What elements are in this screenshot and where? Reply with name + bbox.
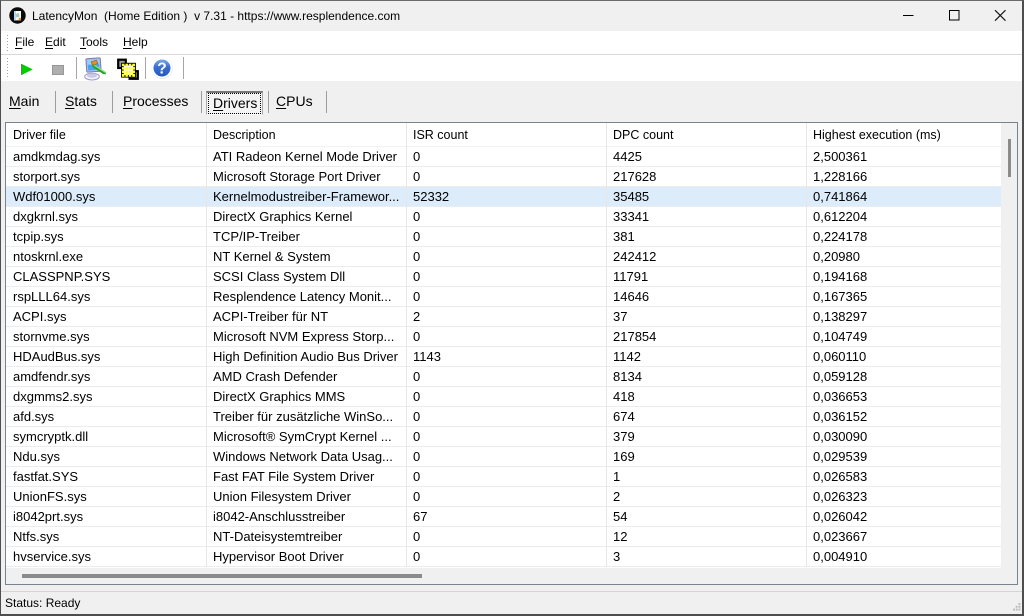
svg-text:?: ? bbox=[157, 61, 166, 78]
